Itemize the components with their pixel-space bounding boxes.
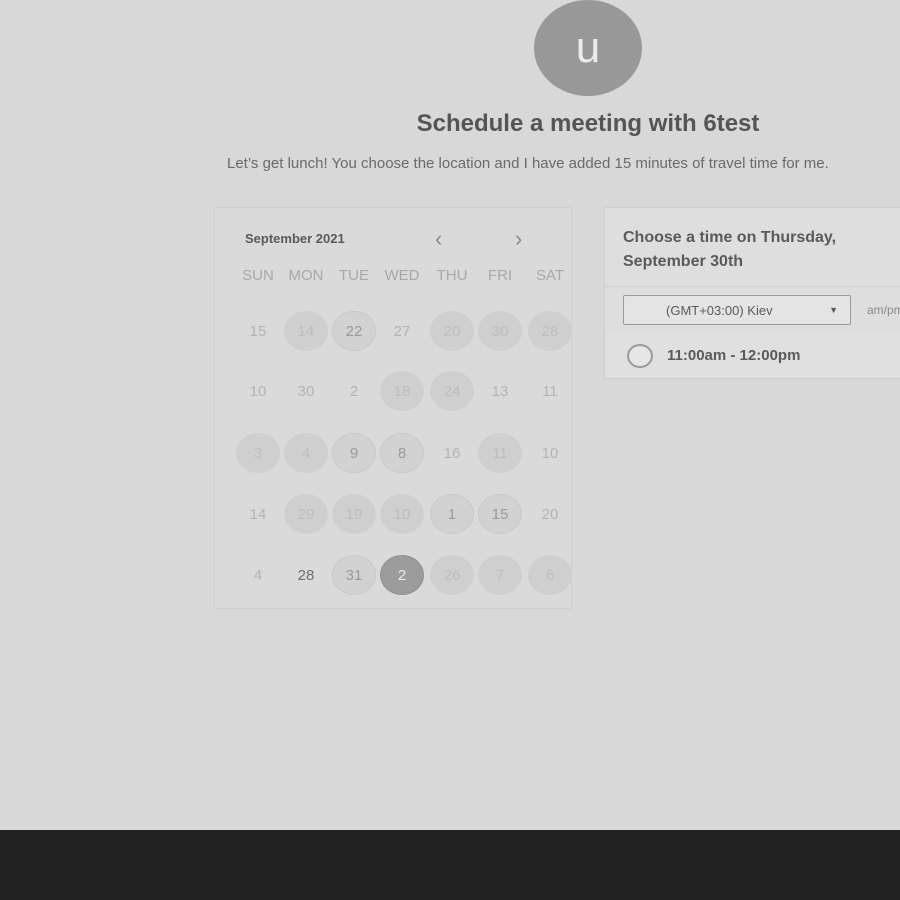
calendar-day: 11: [542, 382, 558, 400]
calendar-day[interactable]: 19: [332, 494, 376, 534]
calendar-day[interactable]: 8: [380, 433, 424, 473]
calendar-day: 30: [297, 382, 315, 400]
calendar-day[interactable]: 14: [284, 311, 328, 351]
calendar-day[interactable]: 20: [430, 311, 474, 351]
calendar-day[interactable]: 11: [478, 433, 522, 473]
calendar-day[interactable]: 10: [380, 494, 424, 534]
calendar-day[interactable]: 26: [430, 555, 474, 595]
avatar-letter: u: [575, 23, 601, 72]
timezone-select[interactable]: (GMT+03:00) Kiev ▼: [623, 295, 851, 325]
time-format-toggle[interactable]: am/pm: [867, 303, 900, 317]
calendar-day: 16: [443, 444, 461, 462]
calendar: September 2021 ‹ › SUN MON TUE WED THU FRI SAT…: [214, 207, 572, 609]
calendar-day[interactable]: 4: [284, 433, 328, 473]
calendar-day[interactable]: 29: [284, 494, 328, 534]
meeting-description: Let’s get lunch! You choose the location…: [227, 155, 829, 172]
calendar-day[interactable]: 22: [332, 311, 376, 351]
time-picker: Choose a time on Thursday, September 30t…: [604, 207, 900, 379]
time-slot-label: 11:00am - 12:00pm: [667, 347, 801, 364]
calendar-day[interactable]: 30: [478, 311, 522, 351]
calendar-day: 10: [541, 444, 559, 462]
calendar-day: 2: [349, 382, 359, 400]
calendar-day: 15: [249, 322, 267, 340]
previous-month-icon[interactable]: ‹: [435, 228, 442, 250]
calendar-day[interactable]: 18: [380, 371, 424, 411]
timezone-value: (GMT+03:00) Kiev: [666, 302, 773, 318]
calendar-day: 27: [393, 322, 411, 340]
time-slot[interactable]: 11:00am - 12:00pm: [605, 334, 900, 378]
calendar-day[interactable]: 9: [332, 433, 376, 473]
weekday-wed: WED: [384, 267, 420, 284]
calendar-day: 10: [249, 382, 267, 400]
calendar-day[interactable]: 15: [478, 494, 522, 534]
footer-bar: [0, 830, 900, 900]
weekday-sun: SUN: [242, 267, 274, 284]
calendar-day-selected[interactable]: 2: [380, 555, 424, 595]
calendar-month-label: September 2021: [245, 231, 345, 246]
next-month-icon[interactable]: ›: [515, 228, 522, 250]
calendar-day: 20: [541, 505, 559, 523]
time-picker-title: Choose a time on Thursday, September 30t…: [623, 229, 837, 270]
weekday-fri: FRI: [487, 267, 513, 284]
calendar-day[interactable]: 7: [478, 555, 522, 595]
calendar-day[interactable]: 31: [332, 555, 376, 595]
radio-button[interactable]: [627, 344, 653, 368]
weekday-mon: MON: [288, 267, 324, 284]
avatar: u: [534, 0, 642, 96]
weekday-tue: TUE: [339, 267, 369, 284]
calendar-day: 13: [491, 382, 509, 400]
divider: [605, 286, 900, 287]
calendar-day[interactable]: 6: [528, 555, 571, 595]
weekday-sat: SAT: [535, 267, 565, 284]
page-title: Schedule a meeting with 6test: [416, 110, 760, 137]
calendar-day[interactable]: 24: [430, 371, 474, 411]
calendar-day[interactable]: 1: [430, 494, 474, 534]
calendar-day: 28: [297, 566, 315, 584]
calendar-day: 14: [249, 505, 267, 523]
calendar-day[interactable]: 28: [528, 311, 571, 351]
calendar-day[interactable]: 3: [236, 433, 280, 473]
caret-down-icon: ▼: [829, 305, 838, 315]
weekday-thu: THU: [436, 267, 468, 284]
calendar-day: 4: [253, 566, 263, 584]
